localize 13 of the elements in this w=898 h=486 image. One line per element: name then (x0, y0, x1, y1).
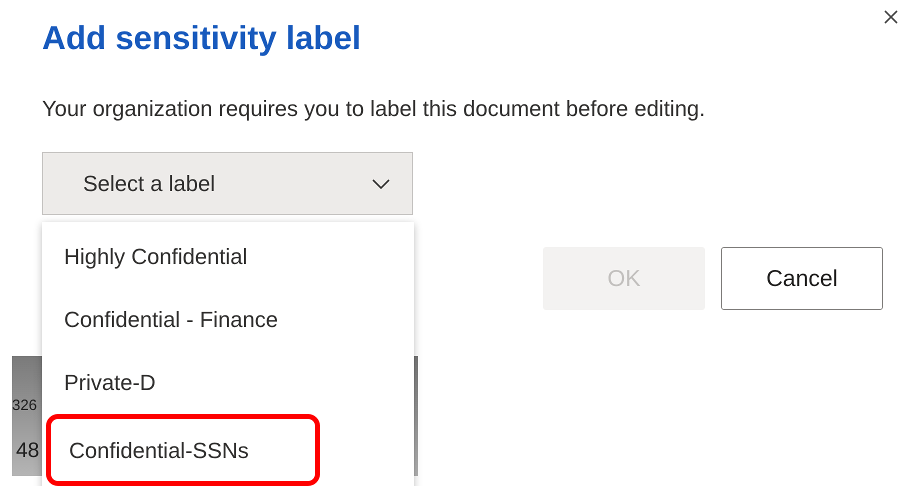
menu-option[interactable]: Confidential-SSNs (46, 414, 320, 486)
close-button[interactable] (882, 8, 898, 26)
chevron-down-icon (372, 178, 390, 188)
document-text: 48 (16, 440, 40, 461)
document-text: 326 (12, 398, 38, 413)
label-dropdown[interactable]: Select a label (42, 152, 413, 215)
menu-option[interactable]: Confidential - Finance (42, 288, 414, 351)
dialog-description: Your organization requires you to label this document before editing. (42, 95, 706, 123)
cancel-button[interactable]: Cancel (721, 247, 883, 310)
dialog-title: Add sensitivity label (42, 18, 362, 58)
close-icon (884, 10, 898, 24)
menu-option[interactable]: Highly Confidential (42, 225, 414, 288)
menu-option[interactable]: Private-D (42, 351, 414, 414)
